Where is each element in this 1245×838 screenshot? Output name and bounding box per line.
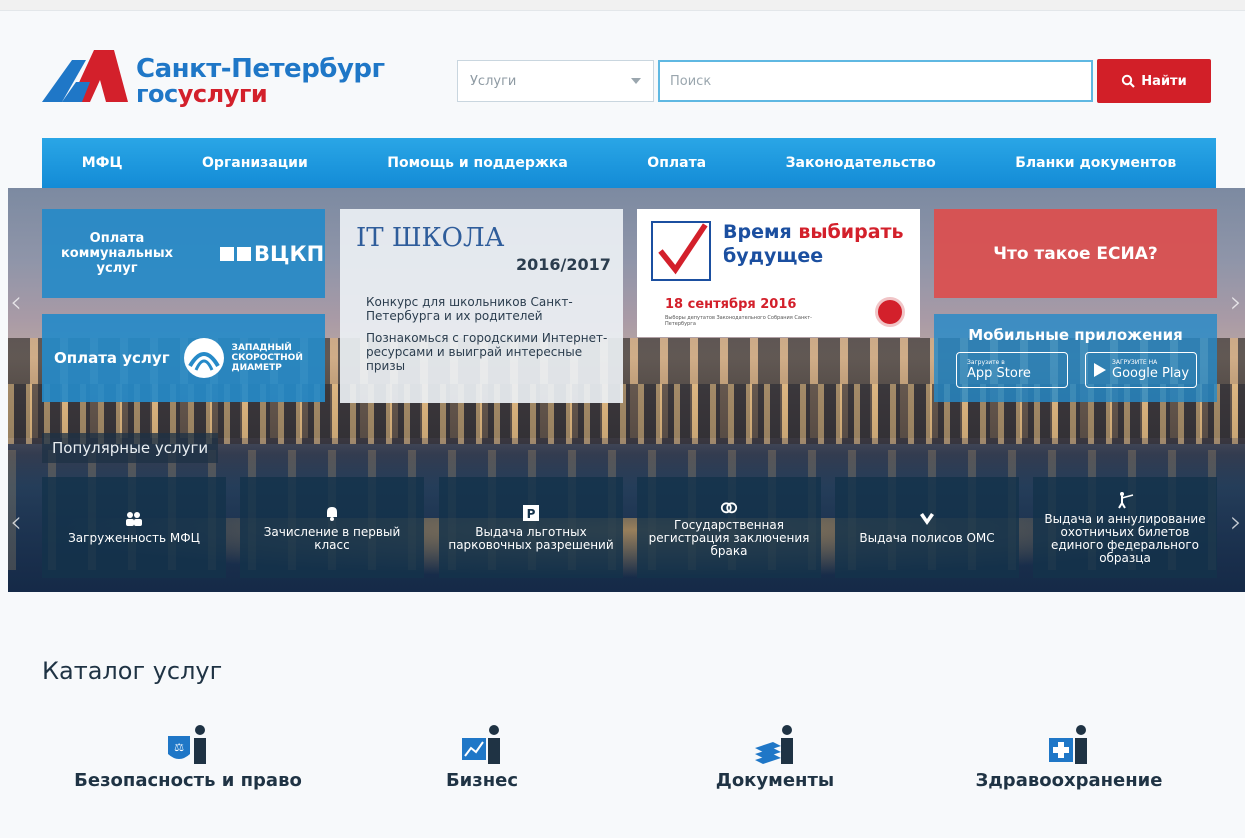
catalog-item-healthcare[interactable]: Здравоохранение	[929, 720, 1209, 791]
googleplay-button[interactable]: ЗАГРУЗИТЕ НА Google Play	[1085, 352, 1197, 388]
catalog-title: Каталог услуг	[42, 657, 223, 685]
medical-icon	[929, 720, 1209, 764]
logo-mark-icon	[42, 50, 128, 102]
checkmark-icon	[651, 221, 711, 281]
popular-item-hunting[interactable]: Выдача и аннулирование охотничьих билето…	[1033, 477, 1217, 578]
popular-item-school[interactable]: Зачисление в первый класс	[240, 477, 424, 578]
banner-elections[interactable]: Время выбирать будущее 18 сентября 2016 …	[637, 209, 920, 337]
banner-esia[interactable]: Что такое ЕСИА?	[934, 209, 1217, 298]
parking-icon: P	[522, 504, 540, 522]
search-icon	[1122, 74, 1136, 88]
vckp-logo: ВЦКП	[220, 242, 324, 266]
search-input[interactable]	[658, 60, 1093, 102]
site-logo[interactable]: Санкт-Петербург госуслуги	[42, 46, 402, 108]
carousel-prev-icon[interactable]: ‹	[10, 288, 26, 318]
hero-banner: ‹ › Оплата коммунальных услуг ВЦКП Оплат…	[8, 188, 1245, 592]
nav-item-legislation[interactable]: Законодательство	[786, 155, 936, 171]
search-button-label: Найти	[1141, 73, 1187, 89]
popular-item-parking[interactable]: P Выдача льготных парковочных разрешений	[439, 477, 623, 578]
popular-prev-icon[interactable]: ‹	[10, 508, 26, 538]
svg-text:⚖: ⚖	[174, 741, 184, 754]
google-play-icon	[1094, 363, 1106, 377]
nav-item-payment[interactable]: Оплата	[647, 155, 706, 171]
nav-item-organizations[interactable]: Организации	[202, 155, 308, 171]
chart-icon	[342, 720, 622, 764]
nav-item-help[interactable]: Помощь и поддержка	[387, 155, 568, 171]
svg-text:P: P	[527, 507, 536, 521]
main-nav: МФЦ Организации Помощь и поддержка Оплат…	[42, 138, 1216, 188]
people-icon	[125, 510, 143, 528]
bell-icon	[323, 504, 341, 522]
banner-mobile-apps: Мобильные приложения Загрузите в App Stor…	[934, 314, 1217, 402]
banner-service-payment[interactable]: Оплата услуг ЗАПАДНЫЙ СКОРОСТНОЙ ДИАМЕТР	[42, 314, 325, 402]
banner-utility-payment[interactable]: Оплата коммунальных услуг ВЦКП	[42, 209, 325, 298]
catalog-item-security[interactable]: ⚖ Безопасность и право	[48, 720, 328, 791]
service-type-select[interactable]: Услуги	[457, 60, 654, 102]
popular-item-mfc-load[interactable]: Загруженность МФЦ	[42, 477, 226, 578]
it-school-logo: IT ШКОЛА	[356, 223, 505, 253]
popular-item-oms[interactable]: Выдача полисов ОМС	[835, 477, 1019, 578]
popular-item-marriage[interactable]: Государственная регистрация заключения б…	[637, 477, 821, 578]
appstore-button[interactable]: Загрузите в App Store	[956, 352, 1068, 388]
select-value: Услуги	[470, 73, 517, 89]
hands-icon	[918, 510, 936, 528]
seal-icon	[875, 297, 905, 327]
nav-item-mfc[interactable]: МФЦ	[82, 155, 123, 171]
search-button[interactable]: Найти	[1097, 59, 1211, 103]
logo-gosuslugi: госуслуги	[136, 80, 268, 108]
catalog-item-business[interactable]: Бизнес	[342, 720, 622, 791]
top-border	[0, 0, 1245, 11]
popular-services-title: Популярные услуги	[42, 433, 219, 463]
catalog-item-documents[interactable]: Документы	[635, 720, 915, 791]
carousel-next-icon[interactable]: ›	[1230, 288, 1245, 318]
documents-icon	[635, 720, 915, 764]
rings-icon	[720, 497, 738, 515]
scales-icon: ⚖	[48, 720, 328, 764]
hunter-icon	[1116, 491, 1134, 509]
popular-next-icon[interactable]: ›	[1230, 508, 1245, 538]
banner-it-school[interactable]: IT ШКОЛА 2016/2017 Конкурс для школьнико…	[340, 209, 623, 403]
chevron-down-icon	[631, 78, 641, 84]
wsd-logo-icon	[183, 338, 224, 378]
nav-item-forms[interactable]: Бланки документов	[1015, 155, 1176, 171]
